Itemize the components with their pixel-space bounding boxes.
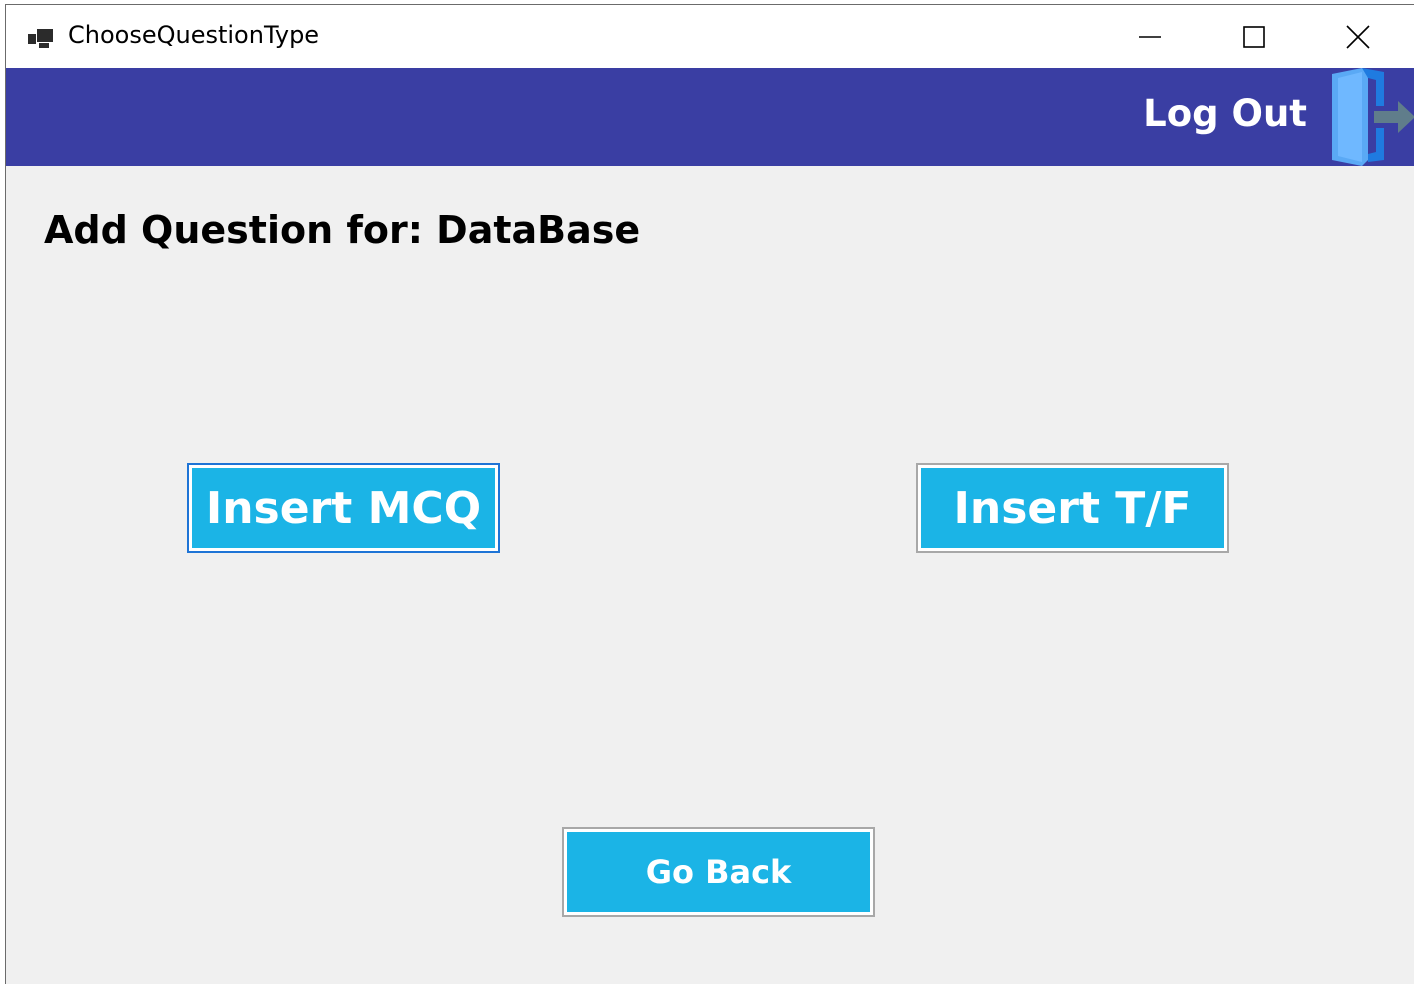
close-icon: [1346, 24, 1370, 49]
minimize-button[interactable]: [1098, 5, 1202, 68]
minimize-icon: [1139, 35, 1161, 38]
logout-door-arrow-icon[interactable]: [1318, 68, 1414, 166]
window-title: ChooseQuestionType: [68, 21, 320, 49]
insert-mcq-button[interactable]: Insert MCQ: [187, 463, 500, 553]
go-back-button[interactable]: Go Back: [562, 827, 875, 917]
maximize-icon: [1243, 25, 1265, 48]
close-button[interactable]: [1306, 5, 1410, 68]
header-bar: Log Out: [6, 68, 1414, 166]
application-window: ChooseQuestionType Log Out Add Question …: [5, 4, 1414, 984]
page-heading: Add Question for: DataBase: [44, 208, 641, 252]
maximize-button[interactable]: [1202, 5, 1306, 68]
insert-tf-button[interactable]: Insert T/F: [916, 463, 1229, 553]
app-window-icon: [28, 29, 53, 48]
title-bar[interactable]: ChooseQuestionType: [6, 5, 1414, 68]
logout-label[interactable]: Log Out: [1143, 92, 1307, 135]
